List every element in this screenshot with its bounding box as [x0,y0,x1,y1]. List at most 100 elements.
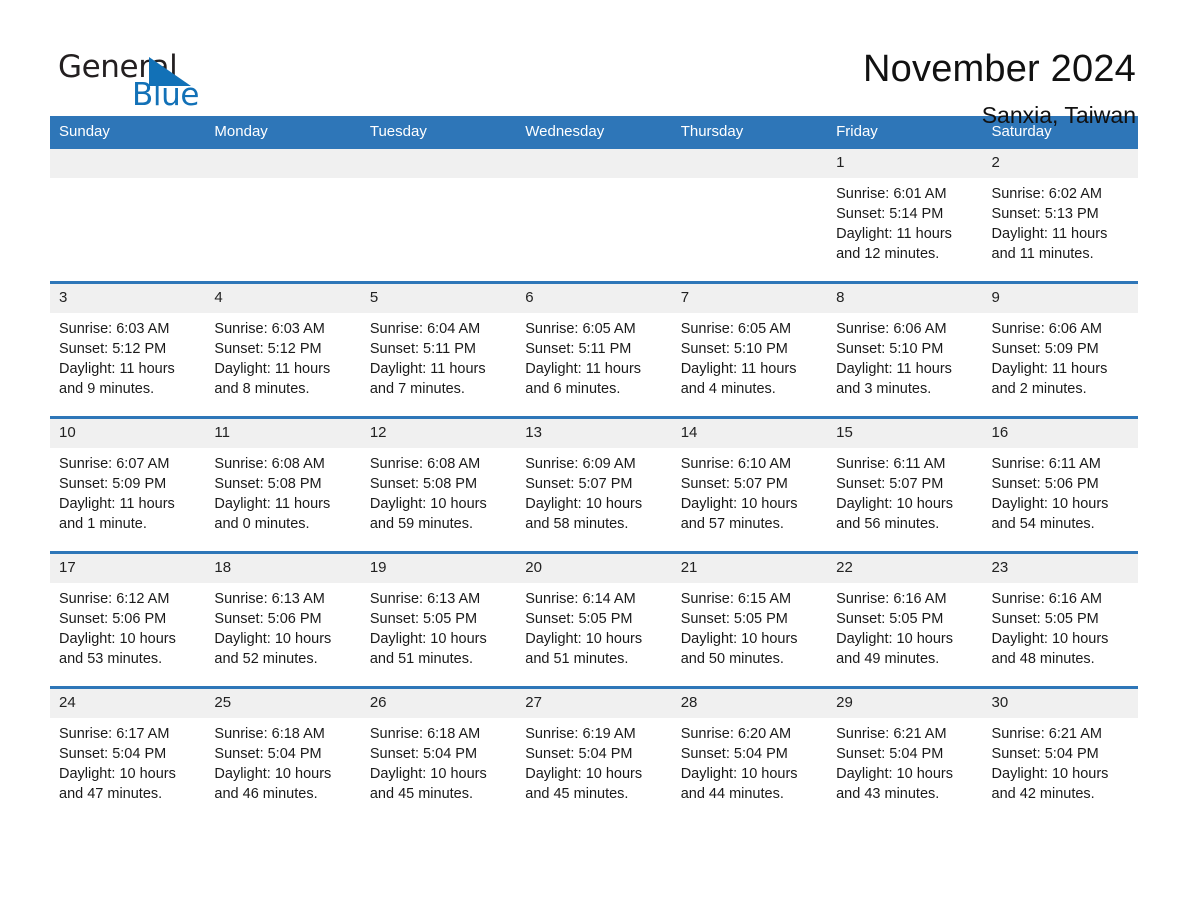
day-number: 2 [982,149,1138,178]
sunrise-text: Sunrise: 6:17 AM [59,726,170,742]
calendar-day-cell[interactable]: 24 Sunrise: 6:17 AM Sunset: 5:04 PM Dayligh… [50,686,206,821]
calendar-day-cell[interactable]: 19 Sunrise: 6:13 AM Sunset: 5:05 PM Dayligh… [360,551,517,688]
weekday-header-monday: Monday [205,116,361,149]
day-details: Sunrise: 6:15 AM Sunset: 5:05 PM Daylight:… [672,583,827,669]
daylight-text-line2: and 9 minutes. [59,381,155,397]
sunset-text: Sunset: 5:11 PM [369,341,476,357]
daylight-text-line1: Daylight: 11 hours [836,226,952,242]
sunset-text: Sunset: 5:04 PM [836,746,944,762]
calendar-day-cell[interactable]: 15 Sunrise: 6:11 AM Sunset: 5:07 PM Dayligh… [827,416,983,553]
calendar-day-cell[interactable]: 20 Sunrise: 6:14 AM Sunset: 5:05 PM Dayligh… [516,551,672,688]
calendar-day-cell[interactable]: 4 Sunrise: 6:03 AM Sunset: 5:12 PM Daylight… [205,281,361,418]
day-number [671,149,828,178]
day-number [516,149,672,178]
calendar-day-cell[interactable]: 16 Sunrise: 6:11 AM Sunset: 5:06 PM Dayligh… [982,416,1138,553]
day-number: 16 [982,419,1138,448]
calendar-day-cell[interactable]: 22 Sunrise: 6:16 AM Sunset: 5:05 PM Dayligh… [827,551,983,688]
day-number: 13 [516,419,672,448]
calendar-day-cell[interactable]: 21 Sunrise: 6:15 AM Sunset: 5:05 PM Dayligh… [671,551,828,688]
sunrise-text: Sunrise: 6:19 AM [525,726,636,742]
day-details: Sunrise: 6:05 AM Sunset: 5:11 PM Daylight:… [516,313,671,399]
sunset-text: Sunset: 5:05 PM [369,611,478,627]
calendar-day-cell[interactable]: 8 Sunrise: 6:06 AM Sunset: 5:10 PM Daylight… [827,281,983,418]
generalblue-logo[interactable]: General Blue [50,46,200,112]
daylight-text-line2: and 46 minutes. [214,786,318,802]
calendar-day-cell[interactable]: 10 Sunrise: 6:07 AM Sunset: 5:09 PM Dayligh… [50,416,206,553]
daylight-text-line1: Daylight: 10 hours [59,766,176,782]
daylight-text-line1: Daylight: 10 hours [214,631,332,647]
daylight-text-line2: and 7 minutes. [369,381,465,397]
calendar-day-cell[interactable]: 18 Sunrise: 6:13 AM Sunset: 5:06 PM Dayligh… [205,551,361,688]
sunrise-text: Sunrise: 6:09 AM [525,456,636,472]
calendar-day-cell[interactable]: 9 Sunrise: 6:06 AM Sunset: 5:09 PM Daylight… [982,281,1138,418]
calendar-day-cell[interactable]: 28 Sunrise: 6:20 AM Sunset: 5:04 PM Dayligh… [671,686,828,821]
day-number: 4 [205,284,361,313]
sunset-text: Sunset: 5:04 PM [59,746,167,762]
sunset-text: Sunset: 5:07 PM [836,476,944,492]
daylight-text-line2: and 47 minutes. [59,786,163,802]
calendar-week-row: 17 Sunrise: 6:12 AM Sunset: 5:06 PM Dayligh… [50,551,1138,688]
sunrise-text: Sunrise: 6:05 AM [680,321,792,337]
day-number: 7 [671,284,828,313]
calendar-day-cell[interactable]: 12 Sunrise: 6:08 AM Sunset: 5:08 PM Dayligh… [360,416,517,553]
calendar-week-row: 1 Sunrise: 6:01 AM Sunset: 5:14 PM Daylight… [50,149,1138,283]
calendar-day-cell[interactable]: 7 Sunrise: 6:05 AM Sunset: 5:10 PM Daylight… [671,281,828,418]
sunrise-text: Sunrise: 6:03 AM [214,321,325,337]
sunrise-text: Sunrise: 6:21 AM [991,726,1102,742]
daylight-text-line2: and 45 minutes. [369,786,474,802]
day-number: 12 [360,419,517,448]
calendar-day-cell[interactable]: 1 Sunrise: 6:01 AM Sunset: 5:14 PM Daylight… [827,149,983,283]
calendar-day-cell[interactable]: 2 Sunrise: 6:02 AM Sunset: 5:13 PM Daylight… [982,149,1138,283]
daylight-text-line2: and 50 minutes. [680,651,784,667]
daylight-text-line2: and 56 minutes. [836,516,940,532]
calendar-day-cell[interactable]: 14 Sunrise: 6:10 AM Sunset: 5:07 PM Dayligh… [671,416,828,553]
day-number: 5 [360,284,517,313]
day-details: Sunrise: 6:20 AM Sunset: 5:04 PM Daylight:… [672,718,827,804]
calendar-day-cell [360,149,517,283]
day-details: Sunrise: 6:10 AM Sunset: 5:07 PM Daylight:… [672,448,827,534]
calendar-day-cell [50,149,206,283]
daylight-text-line1: Daylight: 11 hours [214,361,331,377]
daylight-text-line1: Daylight: 11 hours [214,496,331,512]
day-number: 10 [50,419,206,448]
day-number: 15 [827,419,983,448]
calendar-day-cell[interactable]: 26 Sunrise: 6:18 AM Sunset: 5:04 PM Dayligh… [360,686,517,821]
day-details: Sunrise: 6:21 AM Sunset: 5:04 PM Daylight:… [983,718,1138,804]
day-number: 8 [827,284,983,313]
day-number: 23 [982,554,1138,583]
calendar-day-cell[interactable]: 29 Sunrise: 6:21 AM Sunset: 5:04 PM Dayligh… [827,686,983,821]
daylight-text-line1: Daylight: 10 hours [525,631,643,647]
calendar-day-cell[interactable]: 23 Sunrise: 6:16 AM Sunset: 5:05 PM Dayligh… [982,551,1138,688]
day-number: 19 [360,554,517,583]
calendar-day-cell[interactable]: 5 Sunrise: 6:04 AM Sunset: 5:11 PM Daylight… [360,281,517,418]
sunrise-text: Sunrise: 6:01 AM [836,186,947,202]
calendar-day-cell[interactable]: 3 Sunrise: 6:03 AM Sunset: 5:12 PM Daylight… [50,281,206,418]
day-details: Sunrise: 6:16 AM Sunset: 5:05 PM Daylight:… [983,583,1138,669]
daylight-text-line1: Daylight: 10 hours [991,496,1109,512]
sunset-text: Sunset: 5:12 PM [214,341,322,357]
calendar-day-cell[interactable]: 11 Sunrise: 6:08 AM Sunset: 5:08 PM Dayligh… [205,416,361,553]
sunset-text: Sunset: 5:06 PM [991,476,1099,492]
calendar-day-cell[interactable]: 17 Sunrise: 6:12 AM Sunset: 5:06 PM Dayligh… [50,551,206,688]
daylight-text-line1: Daylight: 10 hours [680,766,798,782]
sunset-text: Sunset: 5:10 PM [836,341,944,357]
calendar-day-cell[interactable]: 30 Sunrise: 6:21 AM Sunset: 5:04 PM Dayligh… [982,686,1138,821]
calendar-day-cell[interactable]: 6 Sunrise: 6:05 AM Sunset: 5:11 PM Daylight… [516,281,672,418]
sunset-text: Sunset: 5:04 PM [680,746,788,762]
sunrise-text: Sunrise: 6:15 AM [680,591,792,607]
daylight-text-line2: and 1 minute. [59,516,147,532]
logo-text-blue: Blue [132,77,199,113]
daylight-text-line1: Daylight: 10 hours [836,496,953,512]
day-number [360,149,517,178]
sunset-text: Sunset: 5:14 PM [836,206,944,222]
day-details: Sunrise: 6:06 AM Sunset: 5:10 PM Daylight:… [827,313,982,399]
calendar-day-cell [671,149,828,283]
weekday-header-thursday: Thursday [671,116,828,149]
calendar-week-row: 24 Sunrise: 6:17 AM Sunset: 5:04 PM Dayligh… [50,686,1138,821]
sunset-text: Sunset: 5:04 PM [991,746,1099,762]
sunset-text: Sunset: 5:09 PM [991,341,1099,357]
calendar-day-cell[interactable]: 13 Sunrise: 6:09 AM Sunset: 5:07 PM Dayligh… [516,416,672,553]
calendar-day-cell[interactable]: 27 Sunrise: 6:19 AM Sunset: 5:04 PM Dayligh… [516,686,672,821]
calendar-page: General Blue November 2024 Sanxia, Taiwa… [0,0,1188,918]
calendar-day-cell[interactable]: 25 Sunrise: 6:18 AM Sunset: 5:04 PM Dayligh… [205,686,361,821]
